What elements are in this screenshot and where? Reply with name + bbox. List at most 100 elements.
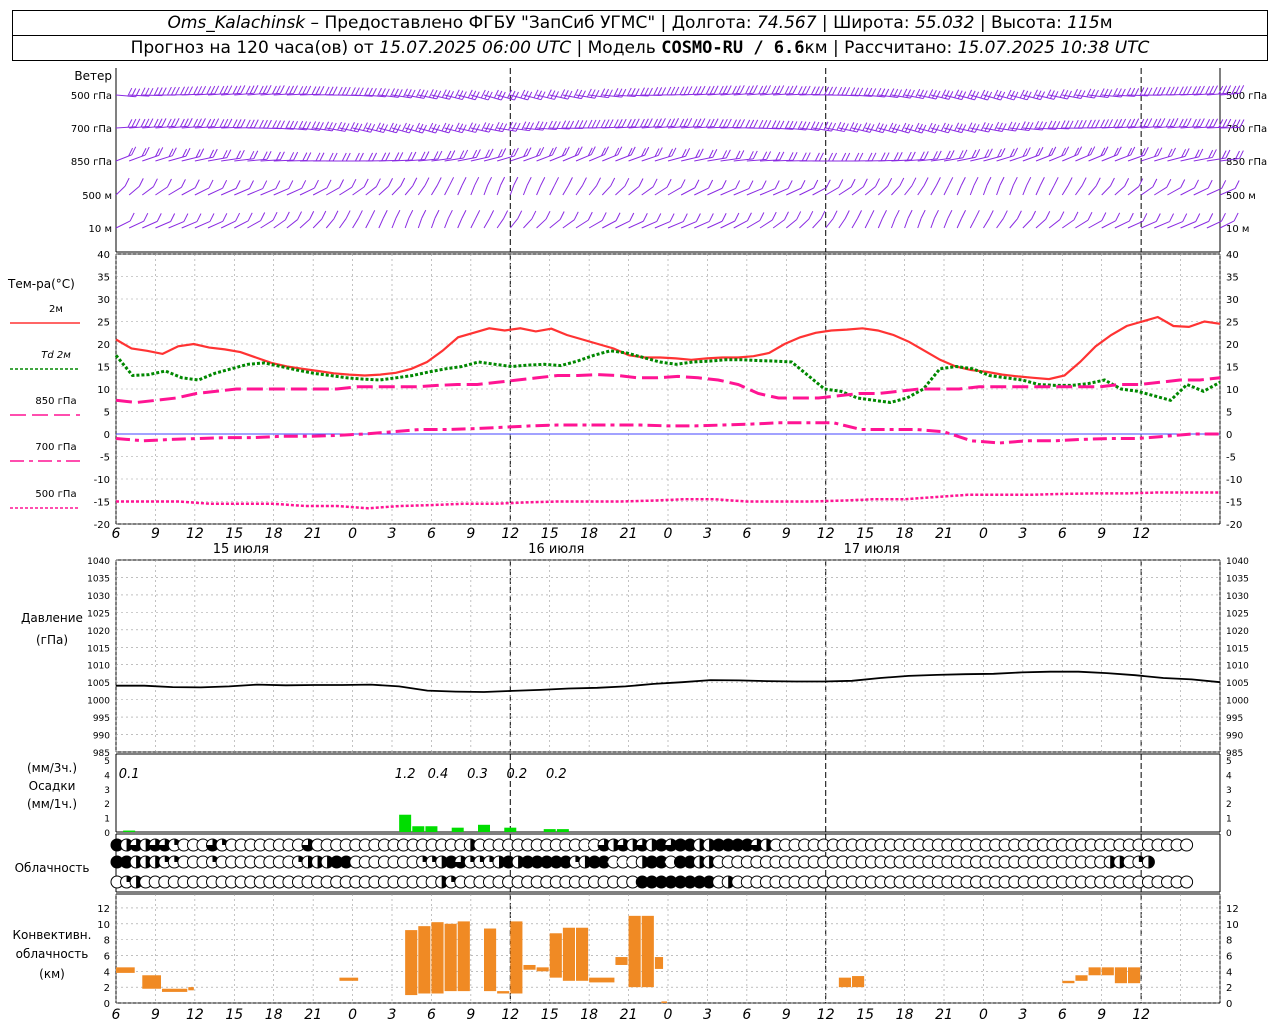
wind-barb-feather — [339, 179, 345, 188]
wind-barb — [601, 185, 612, 196]
wind-barb-feather — [1143, 118, 1149, 127]
wind-barb-feather — [961, 210, 967, 219]
wind-barb — [615, 220, 630, 229]
wind-barb-feather — [683, 118, 689, 127]
wind-barb-feather — [345, 152, 351, 162]
wind-barb-feather — [1073, 119, 1079, 129]
temp-tick-label: -5 — [100, 453, 110, 464]
wind-barb-feather — [788, 152, 794, 161]
wind-barb-feather — [437, 150, 443, 160]
wind-barb-feather — [350, 122, 355, 131]
wind-barb-feather — [920, 209, 926, 219]
precip-unit-3h: (мм/3ч.) — [27, 761, 77, 775]
wind-barb-feather — [858, 87, 864, 97]
wind-barb-feather — [732, 119, 737, 128]
wind-barb — [1193, 220, 1209, 229]
wind-barb-feather — [844, 210, 850, 219]
wind-barb-feather — [458, 90, 464, 99]
wind-barb-feather — [980, 122, 986, 131]
wind-barb-feather — [1182, 86, 1188, 95]
wind-barb-feather — [209, 213, 215, 222]
pressure-tick-label-right: 995 — [1226, 714, 1243, 724]
wind-barb-feather — [934, 209, 939, 219]
wind-barb-feather — [792, 152, 798, 161]
wind-barb — [799, 187, 814, 196]
wind-barb — [365, 218, 372, 229]
wind-barb — [404, 217, 410, 229]
wind-barb-feather — [546, 89, 552, 98]
wind-barb-feather — [253, 119, 259, 128]
wind-barb — [969, 218, 976, 229]
convective-bar — [523, 964, 536, 970]
wind-barb-feather — [421, 209, 427, 219]
wind-barb — [155, 186, 168, 196]
wind-barb-feather — [669, 213, 675, 222]
wind-barb-feather — [253, 85, 259, 94]
wind-barb-feather — [568, 177, 573, 186]
wind-barb-feather — [888, 122, 894, 132]
wind-barb — [549, 185, 556, 196]
wind-barb-feather — [436, 177, 442, 186]
tick-label-hour: 0 — [664, 526, 673, 542]
pressure-tick-label-right: 1025 — [1226, 609, 1249, 619]
wind-barb-feather — [321, 210, 327, 220]
wind-barb — [615, 185, 626, 196]
pressure-tick-label-right: 1015 — [1226, 644, 1249, 654]
wind-barb-feather — [475, 210, 481, 219]
wind-barb-feather — [1049, 90, 1055, 99]
wind-barb-feather — [824, 86, 830, 96]
wind-barb-feather — [170, 86, 176, 96]
wind-barb-feather — [481, 122, 487, 131]
wind-barb — [943, 218, 949, 229]
wind-barb-feather — [596, 177, 602, 186]
wind-barb-feather — [692, 86, 698, 95]
convective-bar — [628, 915, 641, 988]
wind-barb-feather — [279, 151, 285, 160]
convective-bar — [339, 977, 359, 981]
conv-tick-label: 0 — [104, 999, 110, 1010]
wind-barb — [312, 187, 328, 196]
wind-barb-feather — [1186, 86, 1192, 95]
wind-barb — [917, 217, 922, 229]
wind-barb-feather — [752, 85, 758, 94]
wind-barb-feather — [1209, 85, 1215, 95]
wind-barb-feather — [302, 152, 308, 161]
wind-barb-feather — [1067, 90, 1072, 100]
tick-label-hour: 18 — [896, 1007, 914, 1023]
wind-barb-feather — [196, 213, 202, 222]
wind-barb-feather — [683, 86, 689, 95]
wind-barb-feather — [973, 176, 979, 186]
wind-barb-feather — [838, 179, 844, 188]
wind-barb-feather — [1011, 122, 1017, 131]
pressure-tick-label: 995 — [93, 714, 110, 724]
wind-barb-feather — [906, 151, 912, 161]
wind-barb — [707, 187, 723, 196]
wind-barb-feather — [1039, 177, 1045, 186]
wind-barb-feather — [574, 120, 580, 129]
wind-barb-feather — [762, 85, 768, 94]
wind-barb-feather — [1195, 118, 1201, 128]
wind-barb — [575, 154, 592, 162]
wind-barb-feather — [279, 85, 285, 94]
wind-barb — [483, 184, 489, 196]
wind-barb-feather — [424, 151, 430, 160]
wind-barb — [930, 217, 935, 229]
wind-barb-feather — [201, 118, 206, 127]
precip-bar — [412, 826, 425, 832]
pressure-tick-label: 1000 — [87, 697, 110, 707]
wind-barb-feather — [653, 87, 659, 96]
wind-barb-feather — [591, 119, 597, 129]
wind-barb-feather — [1109, 177, 1115, 187]
wind-barb — [812, 218, 822, 229]
wind-barb-feather — [245, 119, 251, 129]
wind-barb — [1035, 185, 1041, 196]
wind-barb-feather — [1015, 122, 1021, 132]
wind-barb — [628, 220, 644, 229]
wind-barb — [339, 218, 347, 229]
wind-barb-feather — [582, 120, 588, 129]
wind-barb-feather — [293, 151, 299, 161]
wind-barb-feather — [288, 180, 294, 189]
wind-barb-feather — [970, 90, 976, 100]
precip-tick-label: 3 — [104, 786, 110, 796]
wind-barb — [365, 186, 377, 196]
